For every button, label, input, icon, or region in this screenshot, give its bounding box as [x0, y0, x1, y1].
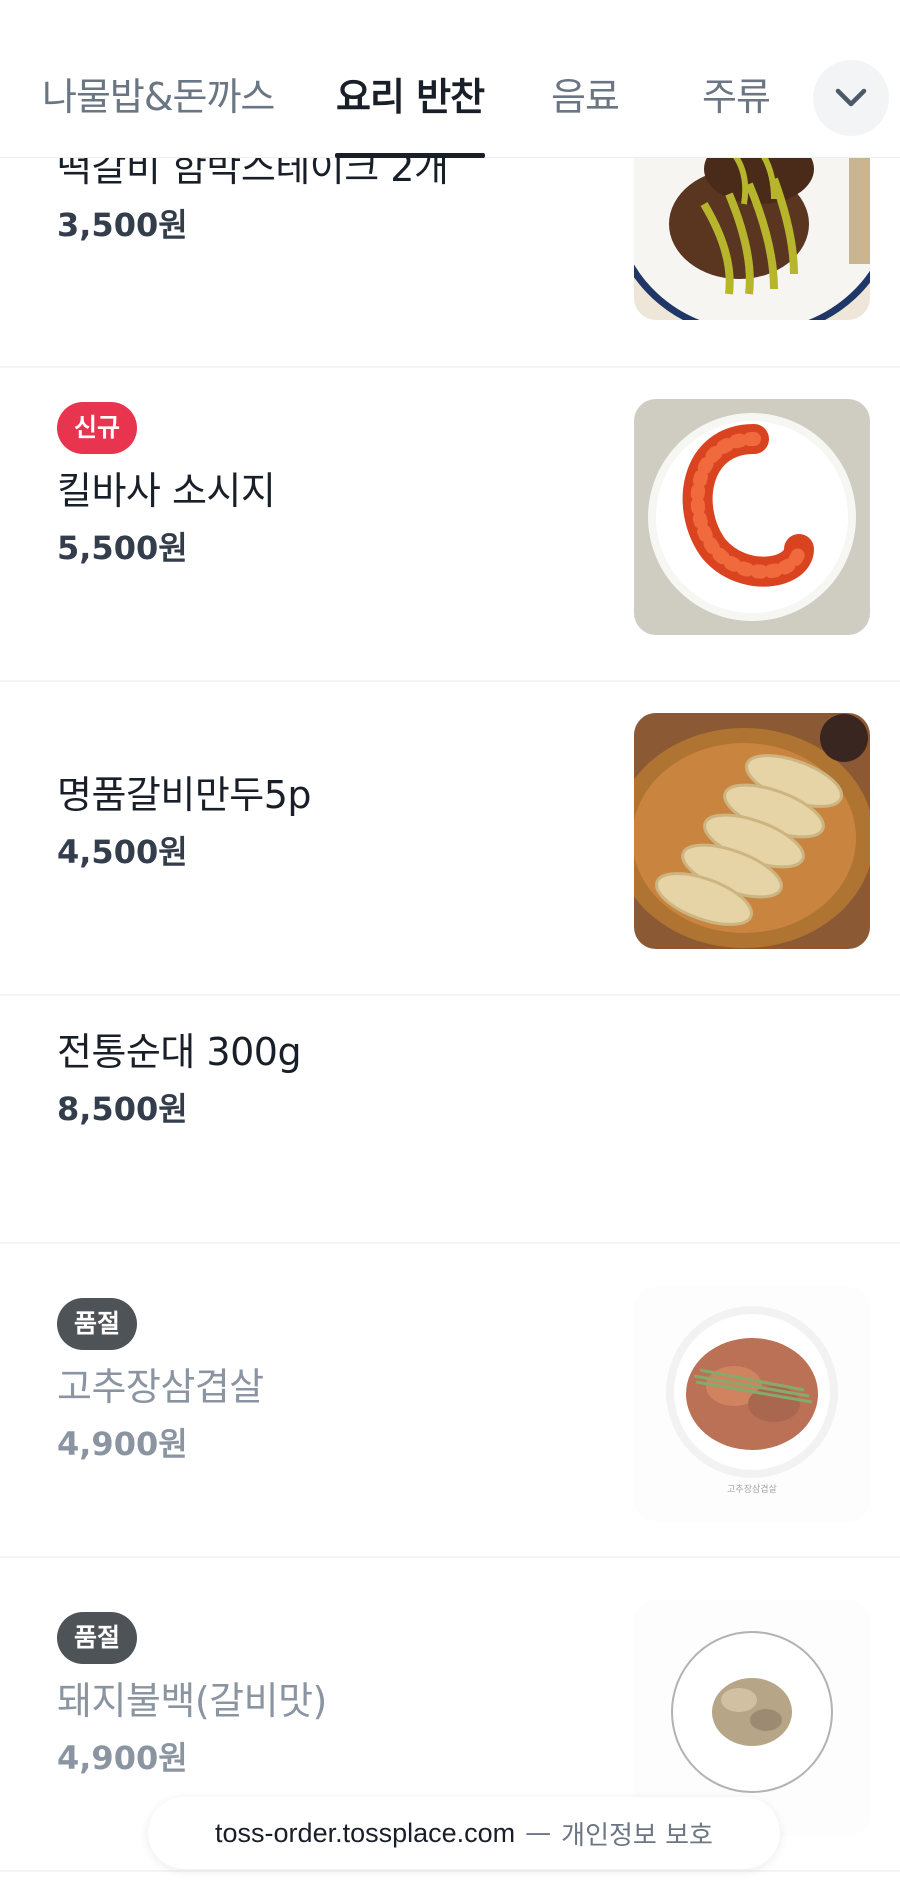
menu-item[interactable]: 품절 고추장삼겹살 4,900원 고추장삼겹살: [0, 1244, 900, 1558]
category-tab-bar: 나물밥&돈까스 요리 반찬 음료 주류: [0, 0, 900, 158]
menu-item[interactable]: 전통순대 300g 8,500원: [0, 996, 900, 1244]
privacy-label: 개인정보 보호: [561, 1820, 713, 1851]
soldout-badge: 품절: [57, 1298, 138, 1350]
item-price: 4,500원: [57, 833, 188, 871]
soldout-badge: 품절: [57, 1612, 138, 1664]
item-name: 전통순대 300g: [57, 1030, 302, 1074]
item-info: 품절 고추장삼겹살 4,900원: [57, 1298, 264, 1468]
item-price: 4,900원: [57, 1425, 188, 1463]
gochujang-pork-image[interactable]: 고추장삼겹살: [634, 1286, 870, 1522]
menu-item[interactable]: 명품갈비만두5p 4,500원: [0, 682, 900, 996]
active-tab-indicator: [335, 153, 485, 158]
url-domain: toss-order.tossplace.com: [215, 1817, 516, 1848]
tab-cooked-side-dishes[interactable]: 요리 반찬: [336, 66, 485, 121]
item-info: 전통순대 300g 8,500원: [57, 1027, 302, 1133]
item-price: 3,500원: [57, 206, 188, 244]
item-info: 신규 킬바사 소시지 5,500원: [57, 402, 276, 572]
tab-drinks[interactable]: 음료: [551, 66, 620, 121]
thumb-caption: 고추장삼겹살: [727, 1485, 777, 1495]
galbi-dumpling-image[interactable]: [634, 713, 870, 949]
item-price: 5,500원: [57, 529, 188, 567]
tab-namulbap-donkatsu[interactable]: 나물밥&돈까스: [42, 66, 275, 121]
url-separator: —: [525, 1818, 552, 1848]
kielbasa-sausage-image[interactable]: [634, 399, 870, 635]
item-name: 돼지불백(갈비맛): [57, 1679, 327, 1723]
tab-alcohol[interactable]: 주류: [702, 66, 771, 121]
item-info: 품절 돼지불백(갈비맛) 4,900원: [57, 1612, 327, 1782]
item-info: 명품갈비만두5p 4,500원: [57, 770, 312, 876]
item-price: 8,500원: [57, 1090, 188, 1128]
item-name: 고추장삼겹살: [57, 1365, 264, 1409]
menu-item[interactable]: 신규 킬바사 소시지 5,500원: [0, 368, 900, 682]
expand-categories-button[interactable]: [813, 60, 889, 136]
item-info: 떡갈비 함박스테이크 2개 3,500원: [57, 143, 449, 249]
new-badge: 신규: [57, 402, 138, 454]
item-price: 4,900원: [57, 1739, 188, 1777]
chevron-down-icon: [835, 88, 867, 107]
item-name: 명품갈비만두5p: [57, 773, 312, 817]
browser-url-bar[interactable]: toss-order.tossplace.com — 개인정보 보호: [148, 1797, 780, 1869]
item-name: 킬바사 소시지: [57, 469, 276, 513]
